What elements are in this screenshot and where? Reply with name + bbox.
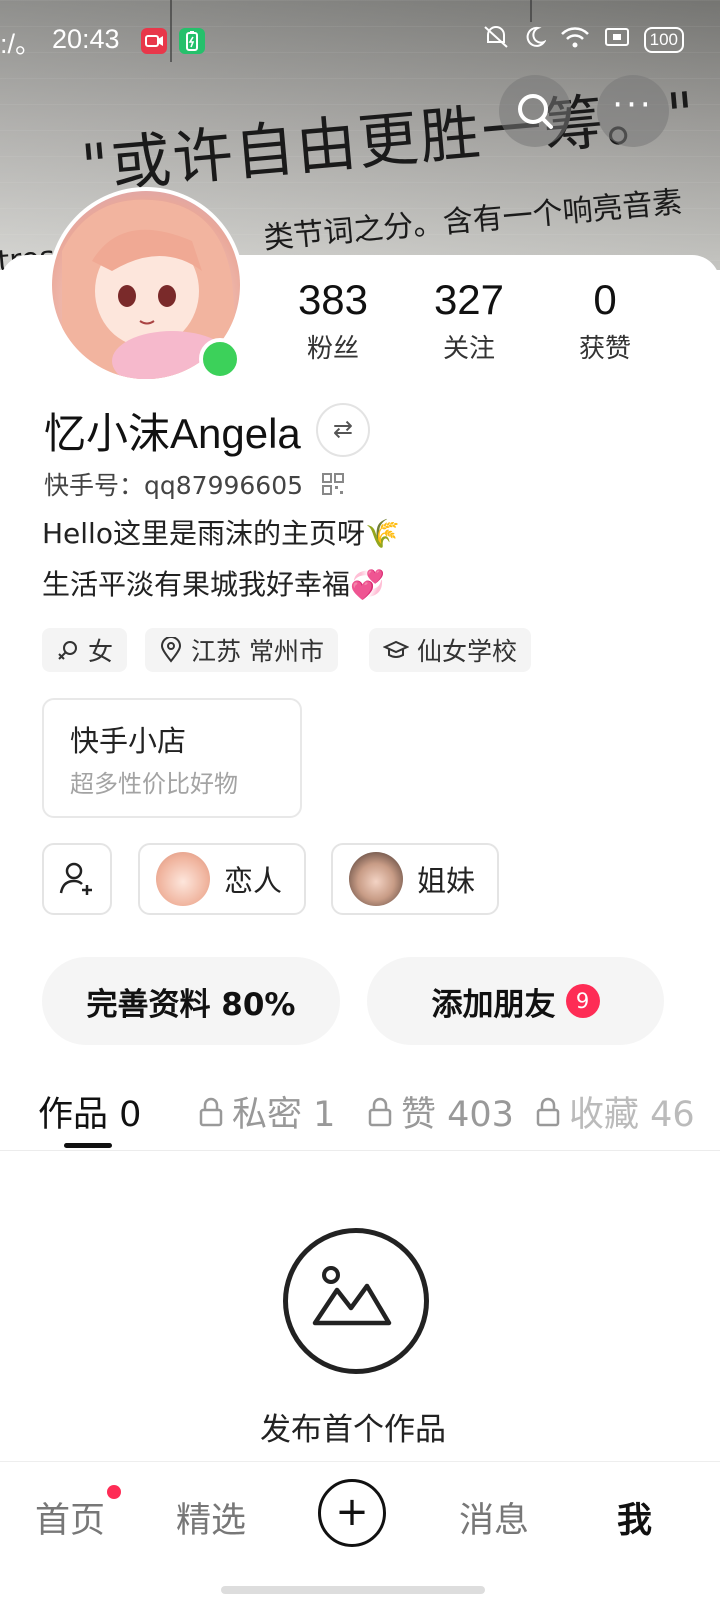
sister-avatar <box>349 852 403 906</box>
search-button[interactable] <box>499 75 571 147</box>
battery-saver-icon <box>179 28 205 54</box>
followers-count: 383 <box>297 276 369 323</box>
lock-icon <box>536 1097 560 1126</box>
search-icon <box>518 94 553 129</box>
tag-location: 江苏 常州市 <box>145 628 338 672</box>
moon-icon <box>524 25 547 55</box>
lock-icon <box>368 1097 392 1126</box>
image-icon <box>312 1266 392 1326</box>
tab-likes[interactable]: 赞 403 <box>367 1086 514 1137</box>
shop-subtitle: 超多性价比好物 <box>70 770 238 798</box>
publish-first-work-text[interactable]: 发布首个作品 <box>0 1404 706 1449</box>
nav-featured[interactable]: 精选 <box>176 1492 246 1543</box>
tab-favorites-label: 收藏 46 <box>569 1095 695 1135</box>
screen-record-icon <box>141 28 167 54</box>
active-tab-indicator <box>64 1143 112 1148</box>
tag-school-label: 仙女学校 <box>417 637 518 666</box>
screencast-icon <box>604 26 630 54</box>
profile-name: 忆小沫Angela <box>44 410 301 457</box>
status-leading: :/。 <box>0 29 43 59</box>
tab-private[interactable]: 私密 1 <box>198 1086 335 1137</box>
female-icon <box>58 641 77 660</box>
stat-following[interactable]: 327 关注 <box>409 276 529 365</box>
wifi-icon <box>560 25 590 55</box>
add-person-icon <box>59 862 92 895</box>
add-friends-button[interactable]: 添加朋友 9 <box>367 957 664 1045</box>
more-icon: ··· <box>612 85 654 125</box>
status-right-icons: 100 <box>482 24 684 56</box>
plus-icon: + <box>335 1489 369 1535</box>
create-button[interactable]: + <box>318 1479 386 1547</box>
tag-gender-label: 女 <box>88 637 114 666</box>
tab-likes-label: 赞 403 <box>401 1095 514 1135</box>
kuaishou-id[interactable]: 快手号：qq87996605 <box>44 466 345 502</box>
relation-lover-label: 恋人 <box>224 864 283 898</box>
add-friends-label: 添加朋友 <box>431 986 556 1023</box>
home-notification-dot <box>107 1485 121 1499</box>
lock-icon <box>199 1097 223 1126</box>
tag-gender: 女 <box>42 628 128 672</box>
lover-avatar <box>156 852 210 906</box>
following-label: 关注 <box>442 334 495 364</box>
content-tabs: 作品 0 私密 1 赞 403 收藏 46 <box>0 1080 720 1150</box>
bio-line-2: 生活平淡有果城我好幸福💞 <box>42 568 385 601</box>
complete-profile-label: 完善资料 80% <box>86 986 296 1023</box>
kuaishou-id-value: qq87996605 <box>144 471 303 500</box>
battery-indicator: 100 <box>643 27 684 53</box>
more-button[interactable]: ··· <box>597 75 669 147</box>
stat-likes[interactable]: 0 获赞 <box>545 276 665 365</box>
relation-sister[interactable]: 姐妹 <box>331 843 499 915</box>
status-time: 20:43 <box>52 24 120 54</box>
nav-me[interactable]: 我 <box>617 1492 652 1543</box>
tab-favorites[interactable]: 收藏 46 <box>535 1086 695 1137</box>
tag-location-label: 江苏 常州市 <box>191 637 324 666</box>
graduation-cap-icon <box>383 640 409 658</box>
nav-messages[interactable]: 消息 <box>459 1492 529 1543</box>
switch-account-button[interactable]: ⇄ <box>316 403 370 457</box>
kuaishou-id-label: 快手号： <box>44 471 145 500</box>
complete-profile-button[interactable]: 完善资料 80% <box>42 957 340 1045</box>
qr-code-icon[interactable] <box>321 472 345 502</box>
tab-works[interactable]: 作品 0 <box>38 1086 141 1137</box>
swap-icon: ⇄ <box>332 415 354 443</box>
likes-count: 0 <box>593 276 617 323</box>
shop-title: 快手小店 <box>70 724 187 758</box>
kuaishou-shop-card[interactable]: 快手小店 超多性价比好物 <box>42 698 302 818</box>
tab-works-label: 作品 0 <box>38 1095 142 1135</box>
mute-icon <box>482 24 510 56</box>
likes-label: 获赞 <box>578 334 631 364</box>
online-status-dot <box>199 338 241 380</box>
add-friends-badge: 9 <box>565 984 600 1018</box>
tabs-divider <box>0 1150 720 1151</box>
stat-followers[interactable]: 383 粉丝 <box>273 276 393 365</box>
add-relation-button[interactable] <box>42 843 112 915</box>
bio-line-1: Hello这里是雨沫的主页呀🌾 <box>42 517 400 550</box>
followers-label: 粉丝 <box>306 334 359 364</box>
relation-lover[interactable]: 恋人 <box>138 843 306 915</box>
relation-sister-label: 姐妹 <box>417 864 476 898</box>
following-count: 327 <box>433 276 505 323</box>
home-indicator <box>221 1586 485 1594</box>
location-pin-icon <box>160 637 182 663</box>
tab-private-label: 私密 1 <box>232 1095 336 1135</box>
status-bar: :/。 20:43 100 <box>0 18 720 62</box>
empty-works-icon[interactable] <box>283 1228 429 1374</box>
tag-school: 仙女学校 <box>369 628 532 672</box>
nav-home[interactable]: 首页 <box>35 1492 105 1543</box>
